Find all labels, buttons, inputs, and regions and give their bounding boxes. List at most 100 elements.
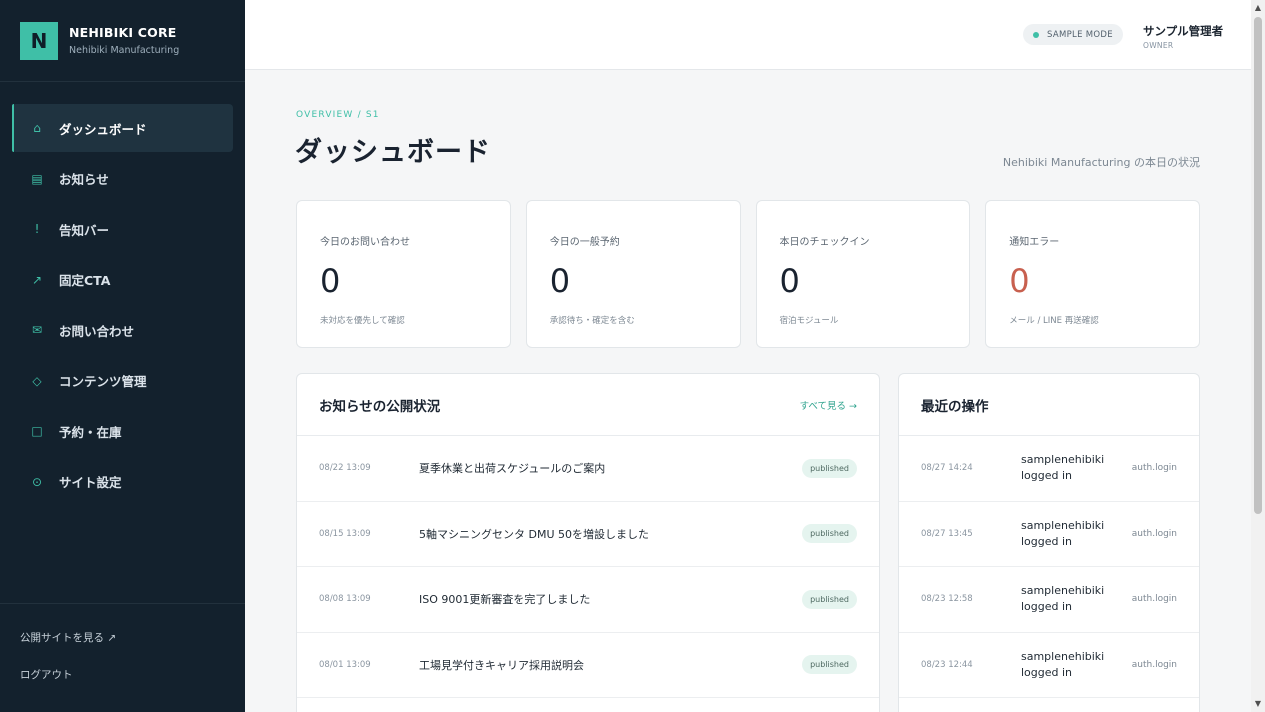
breadcrumb: OVERVIEW / S1 — [296, 110, 380, 120]
row-title: 5軸マシニングセンタ DMU 50を増設しました — [419, 527, 649, 541]
scroll-down-arrow-icon[interactable]: ▼ — [1253, 699, 1263, 709]
sidebar-item-label: ダッシュボード — [59, 121, 147, 137]
stat-note: 承認待ち・確定を含む — [549, 316, 635, 326]
row-action: auth.login — [1131, 463, 1177, 474]
sidebar-item-dashboard[interactable]: ⌂ ダッシュボード — [12, 104, 233, 152]
stats-row: 今日のお問い合わせ 0 未対応を優先して確認 今日の一般予約 0 承認待ち・確定… — [296, 200, 1200, 348]
scroll-up-arrow-icon[interactable]: ▲ — [1253, 3, 1263, 13]
scrollbar-thumb[interactable] — [1254, 17, 1262, 514]
row-date: 08/15 13:09 — [319, 528, 371, 539]
sidebar-item-label: 固定CTA — [59, 273, 111, 288]
public-site-link[interactable]: 公開サイトを見る ↗ — [20, 630, 225, 645]
row-title: ISO 9001更新審査を完了しました — [419, 593, 591, 607]
status-badge: published — [802, 458, 857, 478]
row-action: auth.login — [1131, 594, 1177, 605]
row-date: 08/08 13:09 — [319, 594, 371, 605]
panel-title: お知らせの公開状況 — [319, 398, 441, 415]
sidebar-item-label: 告知バー — [59, 222, 110, 238]
sidebar-item-label: コンテンツ管理 — [59, 374, 147, 389]
row-title: 夏季休業と出荷スケジュールのご案内 — [419, 462, 606, 476]
row-date: 08/22 13:09 — [319, 463, 371, 474]
sidebar-item-notice-bar[interactable]: ! 告知バー — [12, 205, 233, 253]
document-icon: ▤ — [31, 171, 43, 186]
mail-icon: ✉ — [31, 323, 43, 337]
news-status-panel: お知らせの公開状況 すべて見る → 08/22 13:09 夏季休業と出荷スケジ… — [296, 373, 880, 712]
stat-label: 通知エラー — [1009, 237, 1060, 248]
sidebar-item-label: 予約・在庫 — [59, 424, 122, 440]
stat-card-reservations: 今日の一般予約 0 承認待ち・確定を含む — [525, 200, 741, 348]
main-content: OVERVIEW / S1 ダッシュボード Nehibiki Manufactu… — [245, 70, 1251, 712]
stat-card-checkins: 本日のチェックイン 0 宿泊モジュール — [755, 200, 971, 348]
list-item: 08/27 14:24 samplenehibiki logged in aut… — [899, 436, 1199, 502]
status-dot-icon — [1033, 31, 1039, 38]
stat-value: 0 — [779, 262, 800, 300]
page-title: ダッシュボード — [295, 137, 491, 168]
sidebar-item-settings[interactable]: ⊙ サイト設定 — [12, 458, 233, 506]
table-row[interactable]: 08/08 13:09 ISO 9001更新審査を完了しました publishe… — [297, 567, 879, 633]
exclamation-icon: ! — [34, 222, 40, 236]
stat-label: 今日の一般予約 — [549, 237, 620, 248]
table-row[interactable]: 08/15 13:09 5軸マシニングセンタ DMU 50を増設しました pub… — [297, 502, 879, 567]
user-menu[interactable]: サンプル管理者 OWNER — [1143, 23, 1223, 50]
row-text: samplenehibiki logged in — [1021, 584, 1105, 614]
sample-mode-badge: SAMPLE MODE — [1023, 24, 1123, 45]
stat-value: 0 — [320, 262, 341, 300]
sidebar-item-label: お問い合わせ — [59, 323, 135, 339]
mode-label: SAMPLE MODE — [1047, 29, 1113, 40]
brand: N NEHIBIKI CORE Nehibiki Manufacturing — [0, 0, 245, 82]
row-text: samplenehibiki logged in — [1021, 649, 1105, 679]
stat-note: 未対応を優先して確認 — [320, 316, 405, 326]
page-subtitle: Nehibiki Manufacturing の本日の状況 — [1002, 156, 1200, 169]
row-date: 08/27 13:45 — [921, 528, 973, 539]
row-text: samplenehibiki logged in — [1021, 453, 1105, 483]
row-date: 08/01 13:09 — [319, 659, 371, 670]
sidebar-item-label: お知らせ — [59, 172, 109, 187]
stat-value: 0 — [1009, 262, 1030, 300]
sidebar-item-label: サイト設定 — [59, 475, 122, 490]
user-name: サンプル管理者 — [1143, 24, 1224, 38]
user-role: OWNER — [1143, 41, 1174, 50]
stat-label: 今日のお問い合わせ — [320, 237, 410, 248]
home-icon: ⌂ — [33, 121, 41, 135]
sidebar-footer: 公開サイトを見る ↗ ログアウト — [0, 603, 245, 704]
sidebar-item-fixed-cta[interactable]: ↗ 固定CTA — [12, 256, 233, 304]
row-text: samplenehibiki logged in — [1021, 518, 1105, 548]
sidebar-nav: ⌂ ダッシュボード ▤ お知らせ ! 告知バー ↗ 固定CTA ✉ お問い合わせ… — [0, 104, 245, 508]
list-item: 08/23 12:58 samplenehibiki logged in aut… — [899, 567, 1199, 633]
stat-card-notification-errors: 通知エラー 0 メール / LINE 再送確認 — [985, 200, 1200, 348]
status-badge: published — [802, 589, 857, 609]
row-date: 08/23 12:44 — [921, 659, 973, 670]
square-icon: □ — [31, 424, 43, 438]
sidebar-item-reservations[interactable]: □ 予約・在庫 — [12, 407, 233, 455]
sidebar-item-news[interactable]: ▤ お知らせ — [12, 155, 233, 203]
stat-note: メール / LINE 再送確認 — [1009, 316, 1099, 326]
page-scrollbar[interactable]: ▲ ▼ — [1251, 0, 1265, 712]
sidebar-item-contact[interactable]: ✉ お問い合わせ — [12, 306, 233, 354]
table-row[interactable]: 08/01 13:09 工場見学付きキャリア採用説明会 published — [297, 633, 879, 698]
view-all-link[interactable]: すべて見る → — [800, 398, 857, 412]
row-title: 工場見学付きキャリア採用説明会 — [419, 658, 584, 672]
brand-name: NEHIBIKI CORE — [69, 25, 177, 40]
sidebar-item-content[interactable]: ◇ コンテンツ管理 — [12, 357, 233, 405]
table-row[interactable]: 08/22 13:09 夏季休業と出荷スケジュールのご案内 published — [297, 436, 879, 502]
row-action: auth.login — [1131, 659, 1177, 670]
panel-header: 最近の操作 — [899, 374, 1199, 436]
sidebar: N NEHIBIKI CORE Nehibiki Manufacturing ⌂… — [0, 0, 245, 712]
row-date: 08/27 14:24 — [921, 463, 973, 474]
panel-header: お知らせの公開状況 すべて見る → — [297, 374, 879, 436]
stat-label: 本日のチェックイン — [779, 237, 870, 248]
panel-title: 最近の操作 — [921, 398, 989, 415]
logout-link[interactable]: ログアウト — [20, 667, 225, 682]
row-date: 08/23 12:58 — [921, 594, 973, 605]
top-bar: SAMPLE MODE サンプル管理者 OWNER — [245, 0, 1251, 70]
stat-value: 0 — [549, 262, 571, 300]
stat-note: 宿泊モジュール — [779, 316, 839, 326]
list-item: 08/27 13:45 samplenehibiki logged in aut… — [899, 502, 1199, 567]
row-action: auth.login — [1131, 528, 1177, 539]
list-item: 08/23 12:44 samplenehibiki logged in aut… — [899, 633, 1199, 698]
arrow-up-right-icon: ↗ — [31, 272, 43, 287]
settings-icon: ⊙ — [31, 474, 43, 489]
status-badge: published — [802, 655, 857, 675]
status-badge: published — [802, 524, 857, 544]
recent-activity-panel: 最近の操作 08/27 14:24 samplenehibiki logged … — [898, 373, 1200, 712]
